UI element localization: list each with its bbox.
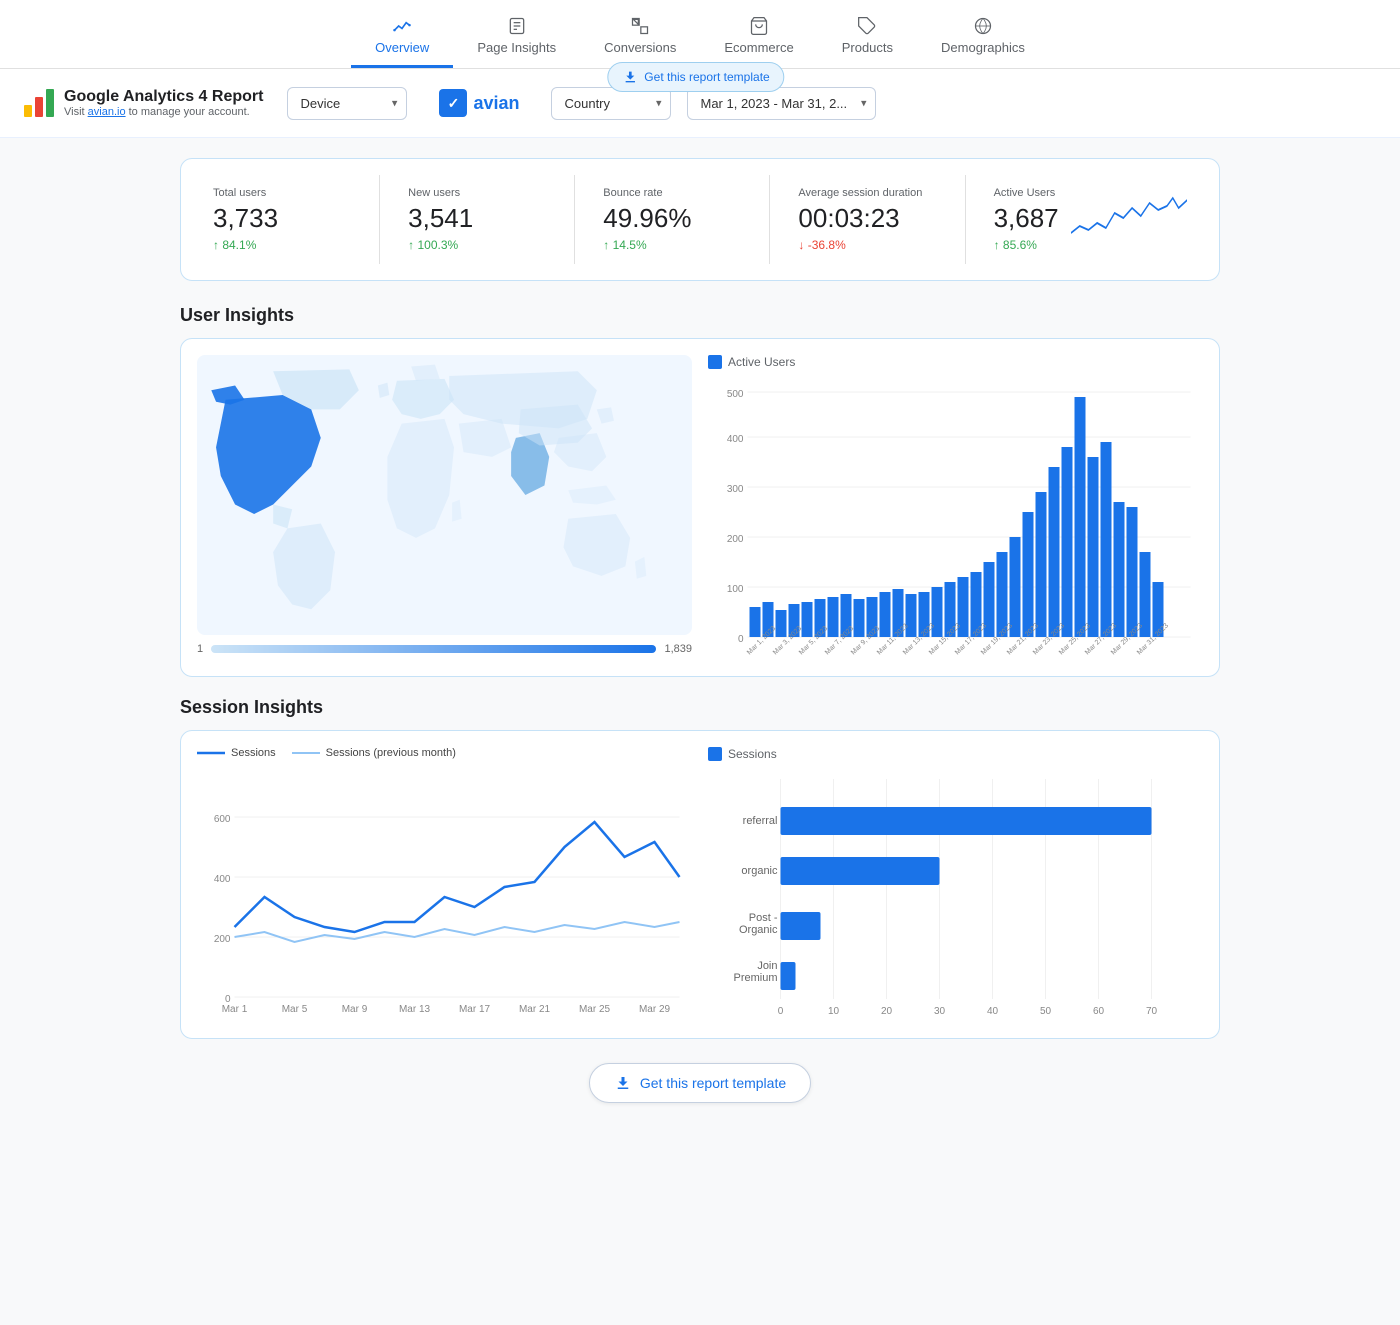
svg-text:60: 60 <box>1093 1006 1105 1017</box>
nav-conversions[interactable]: Conversions <box>580 8 700 68</box>
ecommerce-icon <box>749 16 769 36</box>
svg-text:Mar 5: Mar 5 <box>282 1004 308 1015</box>
session-insights-row: Sessions Sessions (previous month) 0 200… <box>180 730 1220 1039</box>
active-users-chart-title: Active Users <box>708 355 1203 369</box>
avian-brand: avian <box>473 93 519 114</box>
svg-text:Mar 9: Mar 9 <box>342 1004 368 1015</box>
sessions-legend-item: Sessions <box>197 747 276 759</box>
sessions-source-svg: 0 10 20 30 40 50 60 70 referral <box>708 769 1203 1019</box>
logo-bars <box>24 89 54 117</box>
overview-icon <box>392 16 412 36</box>
sessions-prev-legend-item: Sessions (previous month) <box>292 747 456 759</box>
svg-text:Organic: Organic <box>739 924 778 936</box>
svg-text:40: 40 <box>987 1006 999 1017</box>
sessions-source-dot <box>708 747 722 761</box>
sessions-source-title: Sessions <box>708 747 1203 761</box>
svg-text:Mar 13: Mar 13 <box>399 1004 431 1015</box>
sparkline-chart <box>1071 188 1187 251</box>
svg-text:400: 400 <box>214 874 231 885</box>
header-bar: Get this report template Google Analytic… <box>0 69 1400 138</box>
device-dropdown-wrapper: Device <box>287 87 407 120</box>
svg-text:300: 300 <box>727 484 744 495</box>
metric-total-users: Total users 3,733 ↑ 84.1% <box>197 175 367 264</box>
products-icon <box>857 16 877 36</box>
divider-2 <box>574 175 575 264</box>
svg-text:200: 200 <box>214 934 231 945</box>
svg-text:Mar 29: Mar 29 <box>639 1004 671 1015</box>
main-content: Total users 3,733 ↑ 84.1% New users 3,54… <box>140 138 1260 1139</box>
nav-ecommerce[interactable]: Ecommerce <box>700 8 817 68</box>
device-dropdown[interactable]: Device <box>287 87 407 120</box>
top-nav: Overview Page Insights Conversions Ecomm… <box>0 0 1400 69</box>
svg-text:200: 200 <box>727 534 744 545</box>
metric-avg-session: Average session duration 00:03:23 ↓ -36.… <box>782 175 952 264</box>
world-map <box>197 355 692 635</box>
svg-text:100: 100 <box>727 584 744 595</box>
session-insights-title: Session Insights <box>180 697 1220 718</box>
svg-text:Mar 1: Mar 1 <box>222 1004 248 1015</box>
svg-text:Premium: Premium <box>733 972 777 984</box>
divider-4 <box>965 175 966 264</box>
download-icon <box>622 69 638 85</box>
metric-bounce-rate: Bounce rate 49.96% ↑ 14.5% <box>587 175 757 264</box>
svg-text:Mar 25: Mar 25 <box>579 1004 611 1015</box>
report-title: Google Analytics 4 Report <box>64 88 263 106</box>
svg-text:70: 70 <box>1146 1006 1158 1017</box>
nav-products[interactable]: Products <box>818 8 917 68</box>
legend-bar <box>211 645 656 653</box>
logo-area: Google Analytics 4 Report Visit avian.io… <box>24 88 263 118</box>
metric-cards-row: Total users 3,733 ↑ 84.1% New users 3,54… <box>180 158 1220 281</box>
page-insights-icon <box>507 16 527 36</box>
svg-text:0: 0 <box>738 634 744 645</box>
download-icon-bottom <box>614 1074 632 1092</box>
svg-text:400: 400 <box>727 434 744 445</box>
sessions-source-panel: Sessions 0 10 20 30 40 50 60 70 <box>708 747 1203 1022</box>
active-users-svg: 0 100 200 300 400 500 <box>708 377 1203 657</box>
conversions-icon <box>630 16 650 36</box>
svg-text:Mar 17: Mar 17 <box>459 1004 491 1015</box>
logo-bar-3 <box>46 89 54 117</box>
svg-text:10: 10 <box>828 1006 840 1017</box>
get-template-bottom-area: Get this report template <box>180 1063 1220 1103</box>
svg-text:Mar 21: Mar 21 <box>519 1004 551 1015</box>
user-insights-row: 1 1,839 Active Users 0 100 200 300 400 5… <box>180 338 1220 677</box>
logo-bar-2 <box>35 97 43 117</box>
session-legend: Sessions Sessions (previous month) <box>197 747 692 759</box>
svg-text:20: 20 <box>881 1006 893 1017</box>
avian-icon: ✓ <box>439 89 467 117</box>
sessions-line-chart-panel: Sessions Sessions (previous month) 0 200… <box>197 747 692 1022</box>
svg-text:Join: Join <box>757 960 777 972</box>
svg-text:organic: organic <box>741 865 778 877</box>
metric-new-users: New users 3,541 ↑ 100.3% <box>392 175 562 264</box>
demographics-icon <box>973 16 993 36</box>
chart-legend-dot <box>708 355 722 369</box>
divider-3 <box>769 175 770 264</box>
svg-text:30: 30 <box>934 1006 946 1017</box>
svg-text:500: 500 <box>727 389 744 400</box>
report-subtitle: Visit avian.io to manage your account. <box>64 106 263 118</box>
svg-text:referral: referral <box>743 815 778 827</box>
logo-bar-1 <box>24 105 32 117</box>
get-template-button-bottom[interactable]: Get this report template <box>589 1063 811 1103</box>
svg-text:50: 50 <box>1040 1006 1052 1017</box>
sessions-legend-line <box>197 748 225 758</box>
avian-link[interactable]: avian.io <box>88 106 126 118</box>
sessions-line-svg: 0 200 400 600 Mar 1 Mar 5 Mar 9 Mar 13 M… <box>197 767 692 1017</box>
world-map-panel: 1 1,839 <box>197 355 692 660</box>
user-insights-title: User Insights <box>180 305 1220 326</box>
svg-text:600: 600 <box>214 814 231 825</box>
avian-logo: ✓ avian <box>423 85 535 121</box>
nav-page-insights[interactable]: Page Insights <box>453 8 580 68</box>
sessions-prev-legend-line <box>292 748 320 758</box>
get-template-button-top[interactable]: Get this report template <box>607 62 784 92</box>
svg-text:0: 0 <box>778 1006 784 1017</box>
nav-demographics[interactable]: Demographics <box>917 8 1049 68</box>
map-legend: 1 1,839 <box>197 643 692 655</box>
nav-overview[interactable]: Overview <box>351 8 453 68</box>
svg-text:Post -: Post - <box>749 912 778 924</box>
metric-active-users: Active Users 3,687 ↑ 85.6% <box>978 175 1203 264</box>
divider-1 <box>379 175 380 264</box>
active-users-chart-panel: Active Users 0 100 200 300 400 500 <box>708 355 1203 660</box>
